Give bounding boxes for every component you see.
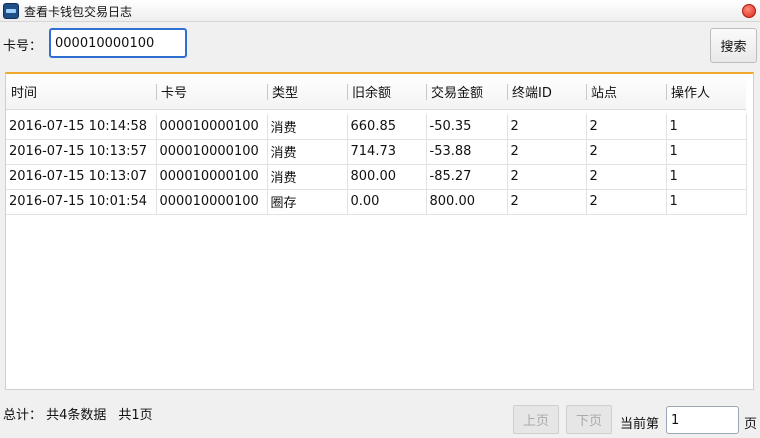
search-button[interactable]: 搜索	[710, 28, 757, 63]
cell-time: 2016-07-15 10:01:54	[6, 189, 157, 215]
cell-operator: 1	[666, 189, 747, 215]
cell-old-balance: 660.85	[347, 114, 427, 140]
cell-time: 2016-07-15 10:13:07	[6, 164, 157, 190]
column-header-station[interactable]: 站点	[586, 74, 666, 110]
table-row[interactable]: 2016-07-15 10:01:54 000010000100 圈存 0.00…	[6, 189, 747, 215]
total-count: 总计： 共4条数据	[3, 408, 107, 423]
cell-terminal-id: 2	[507, 189, 587, 215]
prev-page-button[interactable]: 上页	[513, 405, 559, 434]
cell-operator: 1	[666, 164, 747, 190]
cell-type: 消费	[267, 164, 348, 190]
card-number-input[interactable]	[49, 28, 187, 58]
cell-card-number: 000010000100	[156, 189, 268, 215]
cell-station: 2	[586, 114, 667, 140]
next-page-button[interactable]: 下页	[566, 405, 612, 434]
cell-old-balance: 0.00	[347, 189, 427, 215]
cell-terminal-id: 2	[507, 164, 587, 190]
card-number-label: 卡号：	[3, 39, 43, 54]
cell-time: 2016-07-15 10:14:58	[6, 114, 157, 140]
cell-station: 2	[586, 164, 667, 190]
cell-type: 消费	[267, 139, 348, 165]
cell-amount: -50.35	[426, 114, 508, 140]
cell-operator: 1	[666, 139, 747, 165]
current-page-label: 当前第	[620, 417, 660, 432]
cell-station: 2	[586, 139, 667, 165]
cell-old-balance: 800.00	[347, 164, 427, 190]
cell-card-number: 000010000100	[156, 139, 268, 165]
close-button[interactable]	[742, 4, 756, 18]
cell-station: 2	[586, 189, 667, 215]
table-row[interactable]: 2016-07-15 10:14:58 000010000100 消费 660.…	[6, 114, 747, 140]
title-bar: 查看卡钱包交易日志	[0, 0, 760, 22]
table-row[interactable]: 2016-07-15 10:13:57 000010000100 消费 714.…	[6, 139, 747, 165]
cell-operator: 1	[666, 114, 747, 140]
cell-terminal-id: 2	[507, 114, 587, 140]
app-icon	[3, 3, 19, 19]
transaction-table: 时间 卡号 类型 旧余额 交易金额 终端ID 站点 操作人 2016-07-15…	[6, 74, 747, 215]
table-row[interactable]: 2016-07-15 10:13:07 000010000100 消费 800.…	[6, 164, 747, 190]
cell-amount: 800.00	[426, 189, 508, 215]
summary-text: 总计： 共4条数据 共1页	[3, 404, 153, 423]
window-title: 查看卡钱包交易日志	[24, 5, 133, 19]
column-header-terminal-id[interactable]: 终端ID	[507, 74, 586, 110]
total-pages: 共1页	[118, 408, 153, 423]
cell-time: 2016-07-15 10:13:57	[6, 139, 157, 165]
cell-card-number: 000010000100	[156, 164, 268, 190]
column-header-type[interactable]: 类型	[267, 74, 347, 110]
cell-terminal-id: 2	[507, 139, 587, 165]
cell-old-balance: 714.73	[347, 139, 427, 165]
column-header-old-balance[interactable]: 旧余额	[347, 74, 426, 110]
cell-amount: -53.88	[426, 139, 508, 165]
column-header-time[interactable]: 时间	[6, 74, 156, 110]
cell-type: 消费	[267, 114, 348, 140]
column-header-card-number[interactable]: 卡号	[156, 74, 267, 110]
cell-type: 圈存	[267, 189, 348, 215]
table-header-row: 时间 卡号 类型 旧余额 交易金额 终端ID 站点 操作人	[6, 74, 746, 110]
page-suffix-label: 页	[744, 417, 758, 432]
transaction-table-panel: 时间 卡号 类型 旧余额 交易金额 终端ID 站点 操作人 2016-07-15…	[5, 72, 754, 390]
current-page-input[interactable]	[666, 406, 739, 434]
column-header-amount[interactable]: 交易金额	[426, 74, 507, 110]
cell-card-number: 000010000100	[156, 114, 268, 140]
column-header-operator[interactable]: 操作人	[666, 74, 746, 110]
cell-amount: -85.27	[426, 164, 508, 190]
